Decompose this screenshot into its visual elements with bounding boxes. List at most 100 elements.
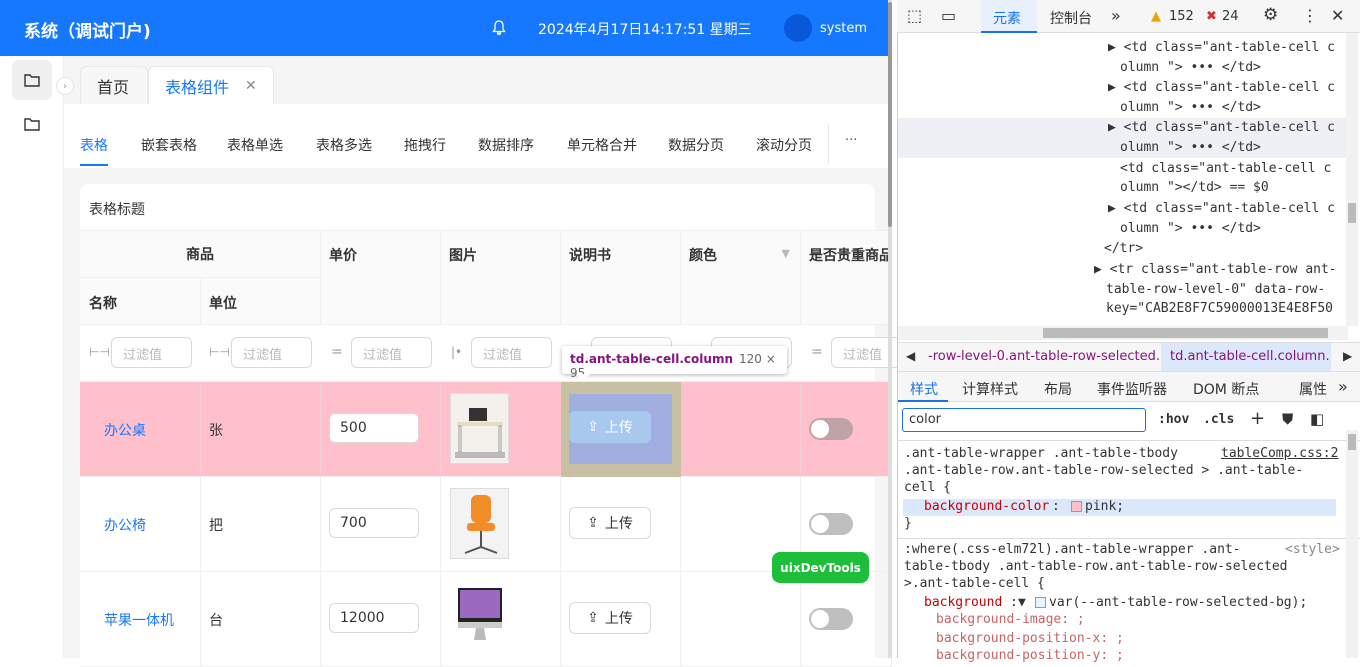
upload-button[interactable]: ⇪ 上传 [569, 602, 651, 634]
avatar[interactable] [784, 14, 812, 42]
table-title: 表格标题 [89, 202, 145, 218]
dom-line[interactable]: olumn "> ••• </td> [1120, 140, 1261, 155]
equals-icon[interactable]: = [811, 344, 823, 360]
sidebar-toggle-icon[interactable]: ◧ [1310, 410, 1324, 428]
tab-styles[interactable]: 样式 [910, 379, 938, 399]
rule-source-link[interactable]: tableComp.css:2 [1221, 446, 1338, 461]
scrollbar-thumb[interactable] [888, 2, 892, 227]
app-title: 系统（调试门户) [24, 22, 151, 42]
dom-line[interactable]: olumn "> ••• </td> [1120, 100, 1261, 115]
dom-line[interactable]: ▶ <td class="ant-table-cell c [1108, 40, 1335, 55]
css-value[interactable]: var(--ant-table-row-selected-bg); [1035, 595, 1307, 610]
tab-drag-row[interactable]: 拖拽行 [404, 135, 446, 155]
chevron-left-icon[interactable]: ◀ [906, 349, 915, 363]
paint-icon[interactable]: ⛊ [1282, 410, 1293, 428]
tab-pagination[interactable]: 数据分页 [668, 135, 724, 155]
dom-scrollbar[interactable] [1346, 33, 1358, 326]
price-input[interactable]: 500 [329, 413, 419, 443]
dom-line[interactable]: </tr> [1104, 241, 1143, 256]
hov-button[interactable]: :hov [1158, 412, 1189, 427]
expand-icon[interactable]: ▼ [1018, 595, 1026, 610]
sidebar-item-folder-1[interactable] [12, 60, 52, 100]
kebab-menu-icon[interactable]: ⋮ [1302, 6, 1318, 25]
bell-icon[interactable] [491, 20, 507, 36]
filter-input-image[interactable]: 过滤值 [471, 337, 552, 368]
page-tab-home[interactable]: 首页 [80, 66, 148, 104]
chevron-right-icon[interactable]: ▶ [1343, 349, 1352, 363]
dom-line[interactable]: ▶ <td class="ant-table-cell c [1108, 80, 1335, 95]
filter-input-price[interactable]: 过滤值 [351, 337, 432, 368]
upload-button[interactable]: ⇪ 上传 [569, 507, 651, 539]
chevron-right-icon[interactable]: › [56, 77, 74, 95]
more-tabs-icon[interactable]: » [1111, 6, 1121, 25]
price-input[interactable]: 12000 [329, 603, 419, 633]
tab-console[interactable]: 控制台 [1050, 8, 1092, 28]
more-icon[interactable]: ··· [845, 133, 857, 148]
filter-icon[interactable]: ▼ [782, 247, 790, 260]
cls-button[interactable]: .cls [1203, 412, 1234, 427]
dom-line[interactable]: key="CAB2E8F7C59000013E4E8F50 [1106, 301, 1333, 316]
dom-line[interactable]: olumn "> ••• </td> [1120, 60, 1261, 75]
gear-icon[interactable]: ⚙ [1263, 5, 1278, 25]
starts-with-icon[interactable]: |• [451, 345, 462, 359]
breadcrumb-item[interactable]: -row-level-0.ant-table-row-selected. [928, 349, 1160, 364]
tab-computed[interactable]: 计算样式 [962, 379, 1018, 399]
color-swatch[interactable] [1071, 501, 1082, 512]
css-value[interactable]: pink; [1071, 499, 1124, 514]
styles-scrollbar[interactable] [1346, 430, 1358, 658]
tab-single-select[interactable]: 表格单选 [227, 135, 283, 155]
filter-input-name[interactable]: 过滤值 [111, 337, 192, 368]
user-name[interactable]: system [820, 21, 867, 36]
precious-toggle[interactable] [809, 418, 853, 440]
page-tab-table[interactable]: 表格组件 ✕ [148, 66, 274, 104]
between-icon[interactable]: ⊢⊣ [209, 345, 230, 359]
filter-input-unit[interactable]: 过滤值 [231, 337, 312, 368]
select-element-icon[interactable]: ⬚ [907, 6, 922, 25]
close-icon[interactable]: ✕ [245, 78, 257, 94]
tab-dom-breakpoints[interactable]: DOM 断点 [1193, 379, 1259, 399]
tab-scroll-pagination[interactable]: 滚动分页 [756, 135, 812, 155]
equals-icon[interactable]: = [331, 344, 343, 360]
page-scrollbar[interactable] [888, 0, 892, 658]
row-name-link[interactable]: 苹果一体机 [104, 610, 174, 630]
dom-line-selected[interactable]: <td class="ant-table-cell c [1120, 161, 1331, 176]
row-name-link[interactable]: 办公桌 [104, 420, 146, 440]
tab-event-listeners[interactable]: 事件监听器 [1097, 379, 1167, 399]
tab-nested[interactable]: 嵌套表格 [141, 135, 197, 155]
tab-sort[interactable]: 数据排序 [478, 135, 534, 155]
dom-line[interactable]: ▶ <td class="ant-table-cell c [1108, 201, 1335, 216]
price-input[interactable]: 700 [329, 508, 419, 538]
upload-button[interactable]: ⇪ 上传 [569, 411, 651, 443]
device-toggle-icon[interactable]: ▭ [941, 6, 956, 25]
close-icon[interactable]: ✕ [1331, 6, 1344, 25]
color-swatch[interactable] [1035, 597, 1046, 608]
between-icon[interactable]: ⊢⊣ [89, 345, 110, 359]
sidebar-item-folder-2[interactable] [12, 104, 52, 144]
dom-line[interactable]: ▶ <td class="ant-table-cell c [1108, 120, 1335, 135]
dom-line-selected[interactable]: olumn "></td> == $0 [1120, 180, 1269, 195]
warning-count[interactable]: 152 [1169, 9, 1194, 24]
tab-table[interactable]: 表格 [80, 135, 108, 155]
row-name-link[interactable]: 办公椅 [104, 515, 146, 535]
precious-toggle[interactable] [809, 513, 853, 535]
breadcrumb-item-active[interactable]: td.ant-table-cell.column. [1170, 349, 1330, 364]
tab-elements[interactable]: 元素 [993, 8, 1021, 28]
tab-merge-cells[interactable]: 单元格合并 [567, 135, 637, 155]
add-rule-icon[interactable]: + [1250, 408, 1265, 429]
tab-properties[interactable]: 属性 [1299, 379, 1327, 399]
error-count[interactable]: 24 [1222, 9, 1239, 24]
precious-toggle[interactable] [809, 608, 853, 630]
tab-layout[interactable]: 布局 [1044, 379, 1072, 399]
scrollbar-thumb[interactable] [1043, 328, 1328, 338]
more-tabs-icon[interactable]: » [1338, 377, 1348, 396]
dom-line[interactable]: olumn "> ••• </td> [1120, 221, 1261, 236]
css-property[interactable]: background-color [924, 499, 1049, 514]
uix-devtools-button[interactable]: uixDevTools [772, 552, 869, 583]
css-property[interactable]: background [924, 595, 1002, 610]
dom-horizontal-scrollbar[interactable] [898, 326, 1348, 340]
dom-line[interactable]: table-row-level-0" data-row- [1106, 282, 1325, 297]
styles-filter-input[interactable]: color [902, 408, 1146, 432]
tab-multi-select[interactable]: 表格多选 [316, 135, 372, 155]
dom-tree[interactable]: ▶ <td class="ant-table-cell c olumn "> •… [898, 38, 1346, 326]
dom-line[interactable]: ▶ <tr class="ant-table-row ant- [1094, 262, 1337, 277]
